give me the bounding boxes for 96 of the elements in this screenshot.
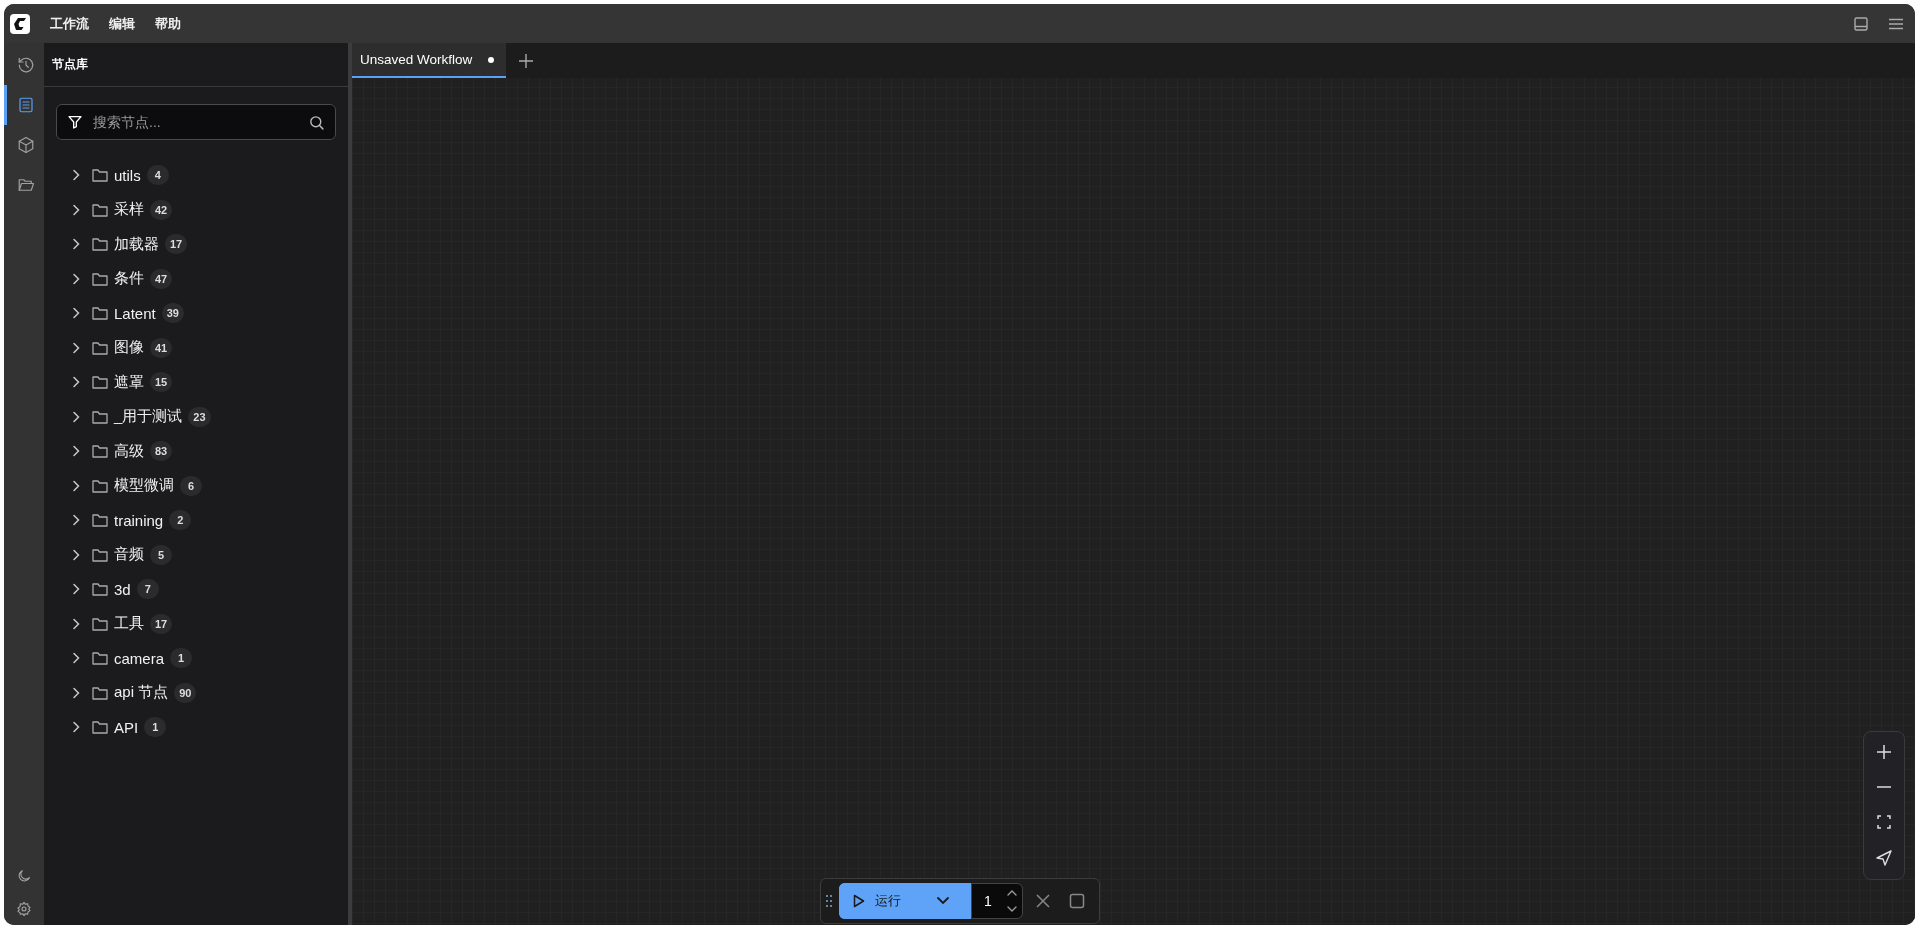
panel-icon[interactable] — [1853, 15, 1869, 32]
search-input[interactable]: 搜索节点... — [91, 113, 300, 131]
workflow-tab[interactable]: Unsaved Workflow — [352, 43, 507, 78]
chevron-icon[interactable] — [70, 238, 82, 251]
count-badge: 47 — [150, 268, 173, 289]
menu-item[interactable]: 工作流 — [40, 10, 99, 37]
count-badge: 1 — [170, 648, 193, 669]
menu-item[interactable]: 帮助 — [145, 10, 191, 37]
category-label[interactable]: 采样 — [114, 200, 144, 220]
folder-icon — [92, 375, 108, 390]
chevron-icon[interactable] — [70, 686, 82, 699]
chevron-icon[interactable] — [70, 203, 82, 216]
category-label[interactable]: 加载器 — [114, 234, 159, 254]
close-icon[interactable] — [1035, 893, 1051, 909]
menu-item[interactable]: 编辑 — [99, 10, 145, 37]
search-icon[interactable] — [308, 113, 325, 131]
filter-icon[interactable] — [67, 114, 83, 130]
category-label[interactable]: 条件 — [114, 269, 144, 289]
folder-icon — [92, 409, 108, 424]
folder-icon — [92, 306, 108, 321]
settings-icon[interactable] — [16, 900, 32, 917]
batch-count-field[interactable]: 1 — [971, 883, 1023, 919]
folder-icon — [92, 237, 108, 252]
folder-icon — [92, 202, 108, 217]
play-icon — [853, 894, 865, 908]
moon-icon[interactable] — [16, 867, 32, 884]
folder-icon — [92, 478, 108, 493]
count-badge: 42 — [150, 199, 173, 220]
count-badge: 5 — [150, 544, 172, 565]
folder-icon — [92, 547, 108, 562]
navigation-arrow-icon[interactable] — [1875, 849, 1893, 867]
count-badge: 39 — [161, 303, 184, 324]
chevron-icon[interactable] — [70, 721, 82, 734]
history-icon — [16, 56, 35, 74]
panel-title: 节点库 — [52, 56, 88, 73]
category-label[interactable]: 模型微调 — [114, 476, 174, 496]
category-label[interactable]: _用于测试 — [114, 407, 183, 427]
folder-icon — [92, 444, 108, 459]
drag-handle-icon[interactable] — [825, 894, 833, 908]
chevron-icon[interactable] — [70, 272, 82, 285]
category-label[interactable]: Latent — [114, 304, 156, 322]
category-label[interactable]: 音频 — [114, 545, 144, 565]
folder-icon — [92, 340, 108, 355]
folder-icon — [92, 582, 108, 597]
count-badge: 23 — [188, 406, 211, 427]
category-label[interactable]: 图像 — [114, 338, 144, 358]
chevron-icon[interactable] — [70, 514, 82, 527]
category-label[interactable]: training — [114, 511, 164, 529]
add-tab-icon[interactable] — [518, 52, 535, 69]
category-label[interactable]: 3d — [114, 580, 131, 598]
tab-label: Unsaved Workflow — [360, 52, 473, 67]
folder-icon — [92, 513, 108, 528]
count-badge: 6 — [180, 475, 202, 496]
count-badge: 17 — [150, 613, 173, 634]
count-badge: 1 — [144, 717, 167, 738]
folder-icon — [92, 168, 108, 183]
count-badge: 15 — [150, 372, 173, 393]
folder-icon — [16, 176, 35, 194]
folder-icon — [92, 651, 108, 666]
count-badge: 90 — [174, 682, 197, 703]
stop-icon[interactable] — [1069, 893, 1085, 909]
chevron-icon[interactable] — [70, 307, 82, 320]
category-label[interactable]: 遮罩 — [114, 372, 144, 392]
chevron-icon[interactable] — [70, 410, 82, 423]
chevron-icon[interactable] — [70, 445, 82, 458]
chevron-icon[interactable] — [70, 583, 82, 596]
folder-icon — [92, 616, 108, 631]
count-badge: 17 — [165, 234, 188, 255]
category-label[interactable]: camera — [114, 649, 165, 667]
count-badge: 2 — [169, 510, 192, 531]
folder-icon — [92, 685, 108, 700]
chevron-icon[interactable] — [70, 652, 82, 665]
chevron-icon[interactable] — [70, 376, 82, 389]
category-label[interactable]: api 节点 — [114, 683, 169, 703]
fit-view-icon[interactable] — [1876, 814, 1892, 830]
count-badge: 7 — [136, 579, 159, 600]
chevron-icon[interactable] — [70, 341, 82, 354]
category-label[interactable]: API — [114, 718, 139, 736]
folder-icon — [92, 720, 108, 735]
count-badge: 41 — [150, 337, 173, 358]
book-icon — [16, 96, 35, 114]
stepper-icon[interactable] — [1006, 888, 1018, 914]
count-badge: 83 — [150, 441, 173, 462]
count-badge: 4 — [146, 165, 169, 186]
category-label[interactable]: 高级 — [114, 441, 144, 461]
chevron-icon[interactable] — [70, 479, 82, 492]
cube-icon — [16, 136, 35, 154]
app-logo — [10, 13, 30, 34]
category-label[interactable]: 工具 — [114, 614, 144, 634]
chevron-icon[interactable] — [70, 548, 82, 561]
chevron-icon[interactable] — [70, 617, 82, 630]
category-label[interactable]: utils — [114, 166, 141, 184]
folder-icon — [92, 271, 108, 286]
chevron-icon[interactable] — [70, 169, 82, 182]
zoom-in-icon[interactable] — [1876, 744, 1892, 760]
search-field[interactable]: 搜索节点... — [56, 104, 336, 140]
